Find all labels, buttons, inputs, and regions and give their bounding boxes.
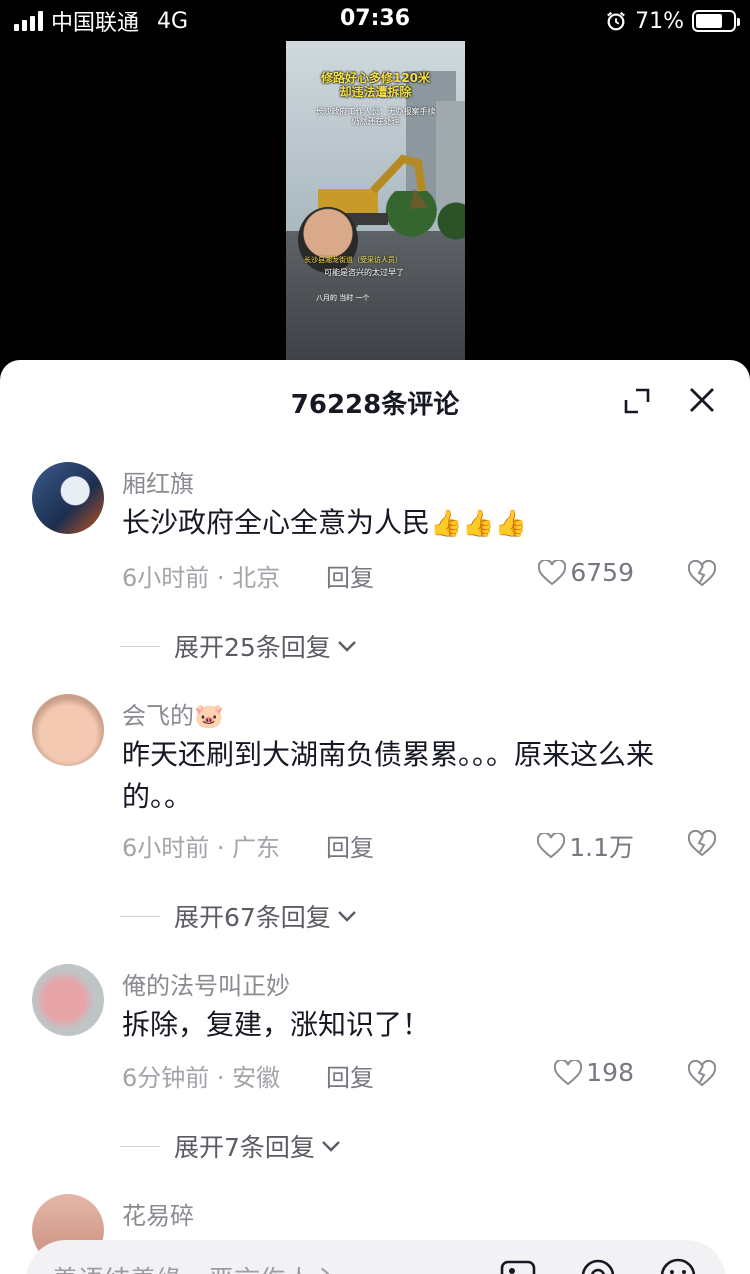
expand-replies-label: 展开7条回复	[174, 1133, 315, 1162]
dislike-icon[interactable]	[688, 1060, 716, 1088]
avatar[interactable]	[32, 694, 104, 766]
close-icon[interactable]	[688, 386, 716, 414]
video-subtitle-line2: 仍然还在处理	[351, 117, 400, 126]
commenter-name[interactable]: 花易碎	[122, 1196, 194, 1231]
comment-input-placeholder: 善语结善缘，恶言伤人心	[52, 1260, 338, 1274]
video-caption: 八月的 当时 一个	[316, 294, 370, 302]
comment-meta: 6分钟前 · 安徽	[122, 1064, 281, 1092]
divider-line	[120, 645, 160, 647]
emoji-icon[interactable]	[658, 1256, 698, 1274]
expand-replies[interactable]: 展开7条回复	[120, 1128, 341, 1164]
like-count: 198	[586, 1058, 634, 1087]
comments-sheet: 76228条评论 厢红旗 长沙政府全心全意为人民👍👍👍 6小时前 · 北京 回复…	[0, 360, 750, 1274]
reply-button[interactable]: 回复	[326, 558, 374, 593]
video-subtitle-line1: 长沙政府工作人员：无办报案手续	[315, 107, 436, 116]
commenter-name[interactable]: 会飞的🐷	[122, 696, 224, 731]
expand-replies-label: 展开67条回复	[174, 903, 331, 932]
video-title-line2: 却违法遭拆除	[339, 85, 412, 99]
comment-input[interactable]: 善语结善缘，恶言伤人心	[26, 1240, 726, 1274]
comment-meta: 6小时前 · 广东	[122, 834, 281, 862]
comment-text: 昨天还刷到大湖南负债累累。。。原来这么来的。。	[122, 738, 655, 813]
expand-replies[interactable]: 展开67条回复	[120, 898, 357, 934]
like-count: 1.1万	[569, 833, 634, 862]
video-caption: 可能是咨兴的太过早了	[324, 268, 404, 277]
video-subtitle: 长沙政府工作人员：无办报案手续 仍然还在处理	[294, 107, 457, 127]
battery-percent: 71%	[635, 8, 684, 34]
avatar[interactable]	[32, 964, 104, 1036]
battery-level	[696, 14, 722, 28]
reply-button[interactable]: 回复	[326, 1058, 374, 1093]
image-icon[interactable]	[498, 1256, 538, 1274]
like-button[interactable]: 1.1万	[537, 828, 634, 864]
like-button[interactable]: 198	[554, 1058, 634, 1087]
video-title: 修路好心多修120米 却违法遭拆除	[294, 71, 457, 99]
comment-text: 长沙政府全心全意为人民👍👍👍	[122, 502, 722, 545]
expand-replies[interactable]: 展开25条回复	[120, 628, 357, 664]
comment-text-body: 长沙政府全心全意为人民	[122, 506, 431, 539]
thumbs-up-emoji: 👍👍👍	[430, 509, 528, 539]
comment-meta: 6小时前 · 北京	[122, 564, 281, 592]
divider-line	[120, 1145, 160, 1147]
chevron-down-icon	[337, 911, 356, 922]
fullscreen-icon[interactable]	[624, 388, 650, 414]
expand-replies-label: 展开25条回复	[174, 633, 331, 662]
divider-line	[120, 915, 160, 917]
commenter-name[interactable]: 俺的法号叫正妙	[122, 966, 290, 1001]
video-thumbnail[interactable]: 修路好心多修120米 却违法遭拆除 长沙政府工作人员：无办报案手续 仍然还在处理…	[286, 41, 465, 360]
like-count: 6759	[570, 558, 634, 587]
comment-text: 拆除，复建，涨知识了！	[122, 1008, 431, 1041]
heart-icon	[538, 559, 567, 585]
status-bar: 中国联通 4G 07:36 71%	[0, 0, 750, 42]
chevron-down-icon	[322, 1141, 340, 1152]
like-button[interactable]: 6759	[538, 558, 634, 587]
alarm-icon	[607, 11, 626, 31]
commenter-name-text: 会飞的	[122, 702, 194, 730]
pig-emoji: 🐷	[194, 702, 224, 730]
dislike-icon[interactable]	[688, 830, 716, 858]
dislike-icon[interactable]	[688, 560, 716, 588]
battery-icon	[692, 10, 740, 32]
chevron-down-icon	[337, 641, 356, 652]
mention-icon[interactable]	[578, 1256, 618, 1274]
heart-icon	[554, 1059, 583, 1085]
reply-button[interactable]: 回复	[326, 828, 374, 863]
commenter-name[interactable]: 厢红旗	[122, 464, 194, 499]
video-title-line1: 修路好心多修120米	[320, 71, 431, 85]
heart-icon	[537, 833, 566, 859]
avatar[interactable]	[32, 462, 104, 534]
video-caption: 长沙县湘龙街道（受采访人员）	[304, 256, 402, 264]
